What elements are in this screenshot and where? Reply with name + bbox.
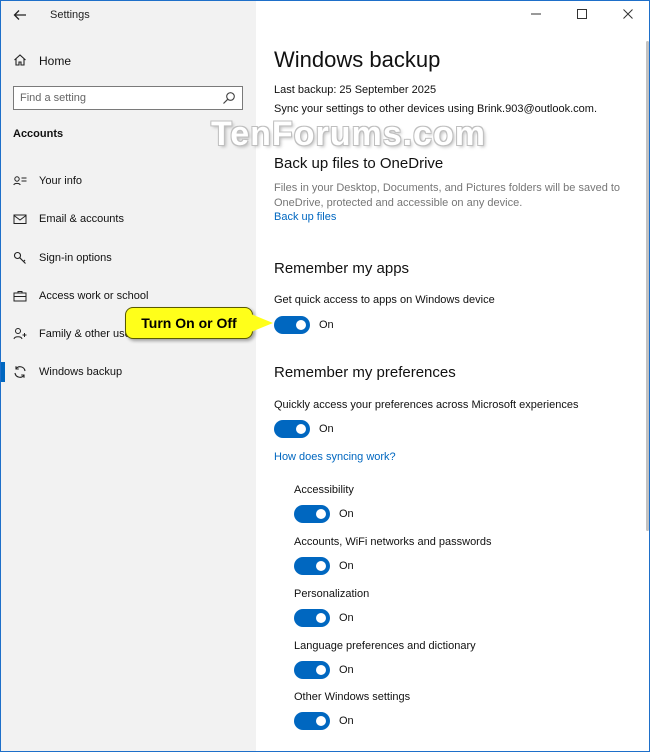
- search-icon[interactable]: [222, 91, 236, 105]
- section-title: Accounts: [13, 128, 64, 140]
- accessibility-state: On: [339, 508, 354, 520]
- home-icon: [14, 54, 26, 66]
- accounts-wifi-state: On: [339, 560, 354, 572]
- sidebar-item-label: Email & accounts: [39, 213, 124, 225]
- remember-apps-label: Get quick access to apps on Windows devi…: [274, 294, 495, 306]
- how-syncing-works-link[interactable]: How does syncing work?: [274, 451, 396, 463]
- main-content: Windows backup Last backup: 25 September…: [256, 1, 649, 751]
- sidebar-item-access-work[interactable]: Access work or school: [1, 282, 256, 310]
- personalization-toggle[interactable]: [294, 609, 330, 627]
- sidebar-item-windows-backup[interactable]: Windows backup: [1, 358, 256, 386]
- sync-icon: [14, 366, 26, 378]
- callout-annotation: Turn On or Off: [125, 307, 253, 339]
- accounts-wifi-toggle[interactable]: [294, 557, 330, 575]
- minimize-button[interactable]: [521, 5, 551, 25]
- sync-account-text: Sync your settings to other devices usin…: [274, 103, 597, 115]
- search-input[interactable]: [20, 90, 210, 106]
- accessibility-toggle[interactable]: [294, 505, 330, 523]
- mail-icon: [13, 214, 27, 224]
- back-arrow-icon: [13, 10, 26, 20]
- sidebar-item-label: Windows backup: [39, 366, 123, 378]
- remember-preferences-toggle[interactable]: [274, 420, 310, 438]
- app-title: Settings: [50, 9, 90, 21]
- close-button[interactable]: [613, 5, 643, 25]
- minimize-icon: [531, 13, 541, 15]
- sidebar-item-sign-in-options[interactable]: Sign-in options: [1, 244, 256, 272]
- briefcase-icon: [13, 291, 27, 302]
- other-windows-settings-label: Other Windows settings: [294, 691, 411, 703]
- maximize-button[interactable]: [567, 5, 597, 25]
- language-label: Language preferences and dictionary: [294, 640, 476, 652]
- person-list-icon: [13, 176, 27, 186]
- settings-window: Settings Home Accounts Your info Email &…: [0, 0, 650, 752]
- search-box: [13, 86, 243, 110]
- back-up-files-link[interactable]: Back up files: [274, 211, 336, 223]
- title-bar: Settings: [1, 1, 256, 31]
- remember-preferences-state: On: [319, 423, 334, 435]
- sidebar-item-label: Access work or school: [39, 290, 149, 302]
- watermark: TenForums.com: [211, 115, 486, 153]
- personalization-label: Personalization: [294, 588, 370, 600]
- sidebar-item-email-accounts[interactable]: Email & accounts: [1, 205, 256, 233]
- last-backup-text: Last backup: 25 September 2025: [274, 84, 437, 96]
- remember-preferences-heading: Remember my preferences: [274, 364, 456, 381]
- nav-home[interactable]: Home: [13, 51, 243, 71]
- person-add-icon: [13, 328, 27, 340]
- remember-preferences-label: Quickly access your preferences across M…: [274, 399, 579, 411]
- remember-apps-toggle[interactable]: [274, 316, 310, 334]
- back-button[interactable]: [9, 5, 31, 25]
- remember-apps-state: On: [319, 319, 334, 331]
- callout-arrow: [251, 314, 273, 332]
- sidebar-item-label: Family & other use: [39, 328, 131, 340]
- accessibility-label: Accessibility: [294, 484, 354, 496]
- close-icon: [623, 9, 633, 19]
- sidebar-item-label: Your info: [39, 175, 83, 187]
- remember-apps-heading: Remember my apps: [274, 260, 410, 277]
- other-windows-settings-toggle[interactable]: [294, 712, 330, 730]
- sidebar-item-your-info[interactable]: Your info: [1, 167, 256, 195]
- sidebar-item-label: Sign-in options: [39, 252, 112, 264]
- maximize-icon: [577, 9, 587, 19]
- window-controls: [521, 1, 649, 31]
- personalization-state: On: [339, 612, 354, 624]
- page-title: Windows backup: [274, 47, 441, 72]
- onedrive-heading: Back up files to OneDrive: [274, 155, 444, 172]
- key-icon: [13, 251, 26, 264]
- accounts-wifi-label: Accounts, WiFi networks and passwords: [294, 536, 492, 548]
- language-toggle[interactable]: [294, 661, 330, 679]
- onedrive-description: Files in your Desktop, Documents, and Pi…: [274, 182, 621, 209]
- other-windows-settings-state: On: [339, 715, 354, 727]
- nav-home-label: Home: [39, 54, 72, 68]
- sidebar: Settings Home Accounts Your info Email &…: [1, 1, 256, 751]
- language-state: On: [339, 664, 354, 676]
- active-indicator: [1, 362, 5, 382]
- scrollbar[interactable]: [646, 41, 649, 531]
